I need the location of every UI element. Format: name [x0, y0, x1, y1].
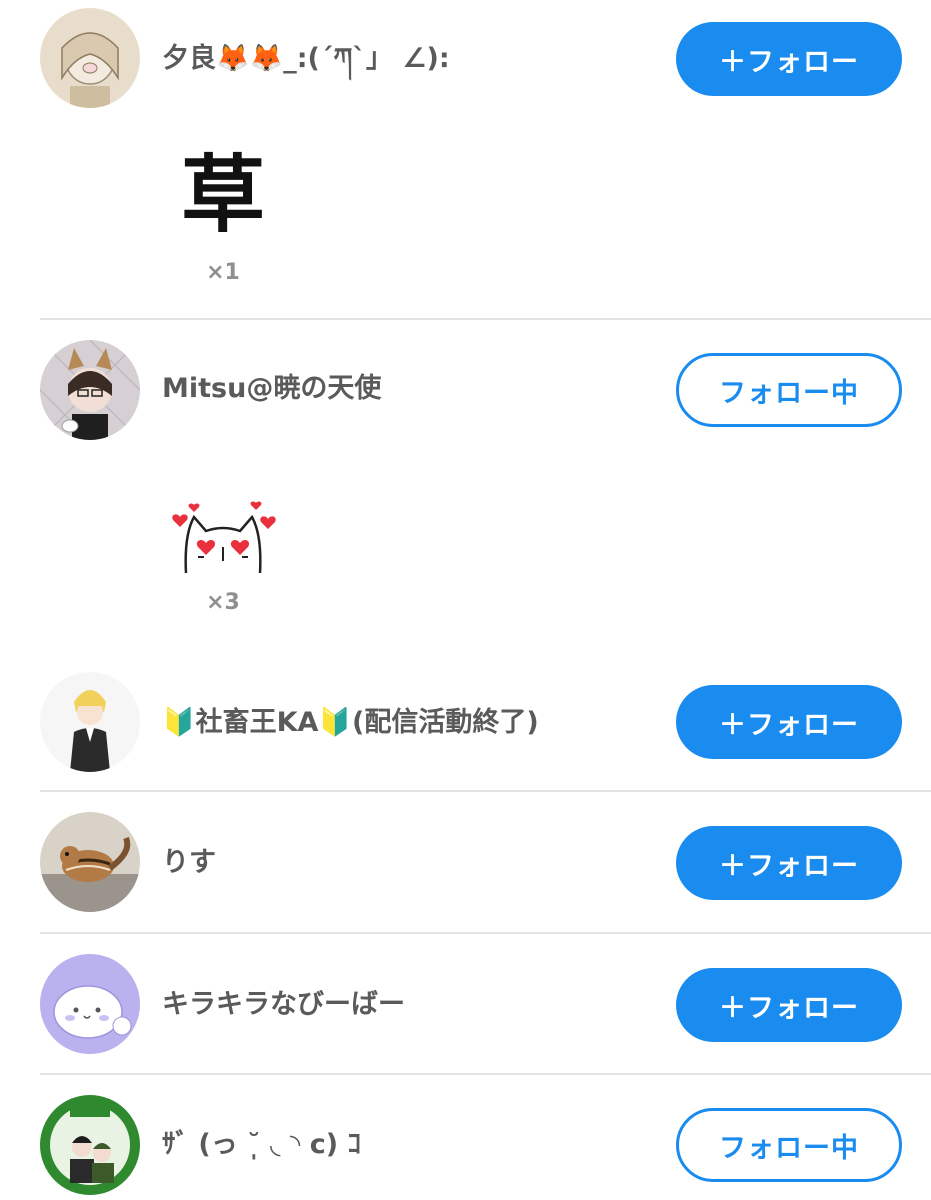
user-row: キラキラなびーばー ＋フォロー — [0, 934, 931, 1074]
follow-button[interactable]: ＋フォロー — [676, 826, 902, 900]
user-name: キラキラなびーばー — [162, 989, 405, 1020]
user-name: 🔰社畜王KA🔰(配信活動終了) — [162, 707, 539, 738]
user-name: Mitsu@暁の天使 — [162, 373, 382, 404]
user-name: りす — [162, 847, 216, 878]
user-row: ｻﾞ (っ ˘̩̩̩ ◟ ◝ c) ｺ フォロー中 — [0, 1075, 931, 1200]
kusa-stamp: 草 — [180, 146, 265, 244]
avatar[interactable] — [40, 8, 140, 108]
user-name: 夕良🦊🦊_:(´ཀ`」 ∠): — [162, 43, 450, 74]
stamp-count: ×1 — [206, 260, 240, 285]
avatar[interactable] — [40, 1095, 140, 1195]
follow-button[interactable]: ＋フォロー — [676, 685, 902, 759]
user-row: Mitsu@暁の天使 フォロー中 ×3 — [0, 320, 931, 660]
following-button[interactable]: フォロー中 — [676, 1108, 902, 1182]
avatar[interactable] — [40, 812, 140, 912]
heart-eyes-cat-stamp — [168, 495, 278, 575]
following-button[interactable]: フォロー中 — [676, 353, 902, 427]
avatar[interactable] — [40, 340, 140, 440]
user-row: 🔰社畜王KA🔰(配信活動終了) ＋フォロー — [0, 660, 931, 792]
follow-button[interactable]: ＋フォロー — [676, 22, 902, 96]
user-row: 夕良🦊🦊_:(´ཀ`」 ∠): ＋フォロー 草 ×1 — [0, 0, 931, 320]
avatar[interactable] — [40, 954, 140, 1054]
user-row: りす ＋フォロー — [0, 792, 931, 932]
avatar[interactable] — [40, 672, 140, 772]
user-name: ｻﾞ (っ ˘̩̩̩ ◟ ◝ c) ｺ — [162, 1129, 361, 1160]
stamp-count: ×3 — [206, 590, 240, 615]
follow-button[interactable]: ＋フォロー — [676, 968, 902, 1042]
